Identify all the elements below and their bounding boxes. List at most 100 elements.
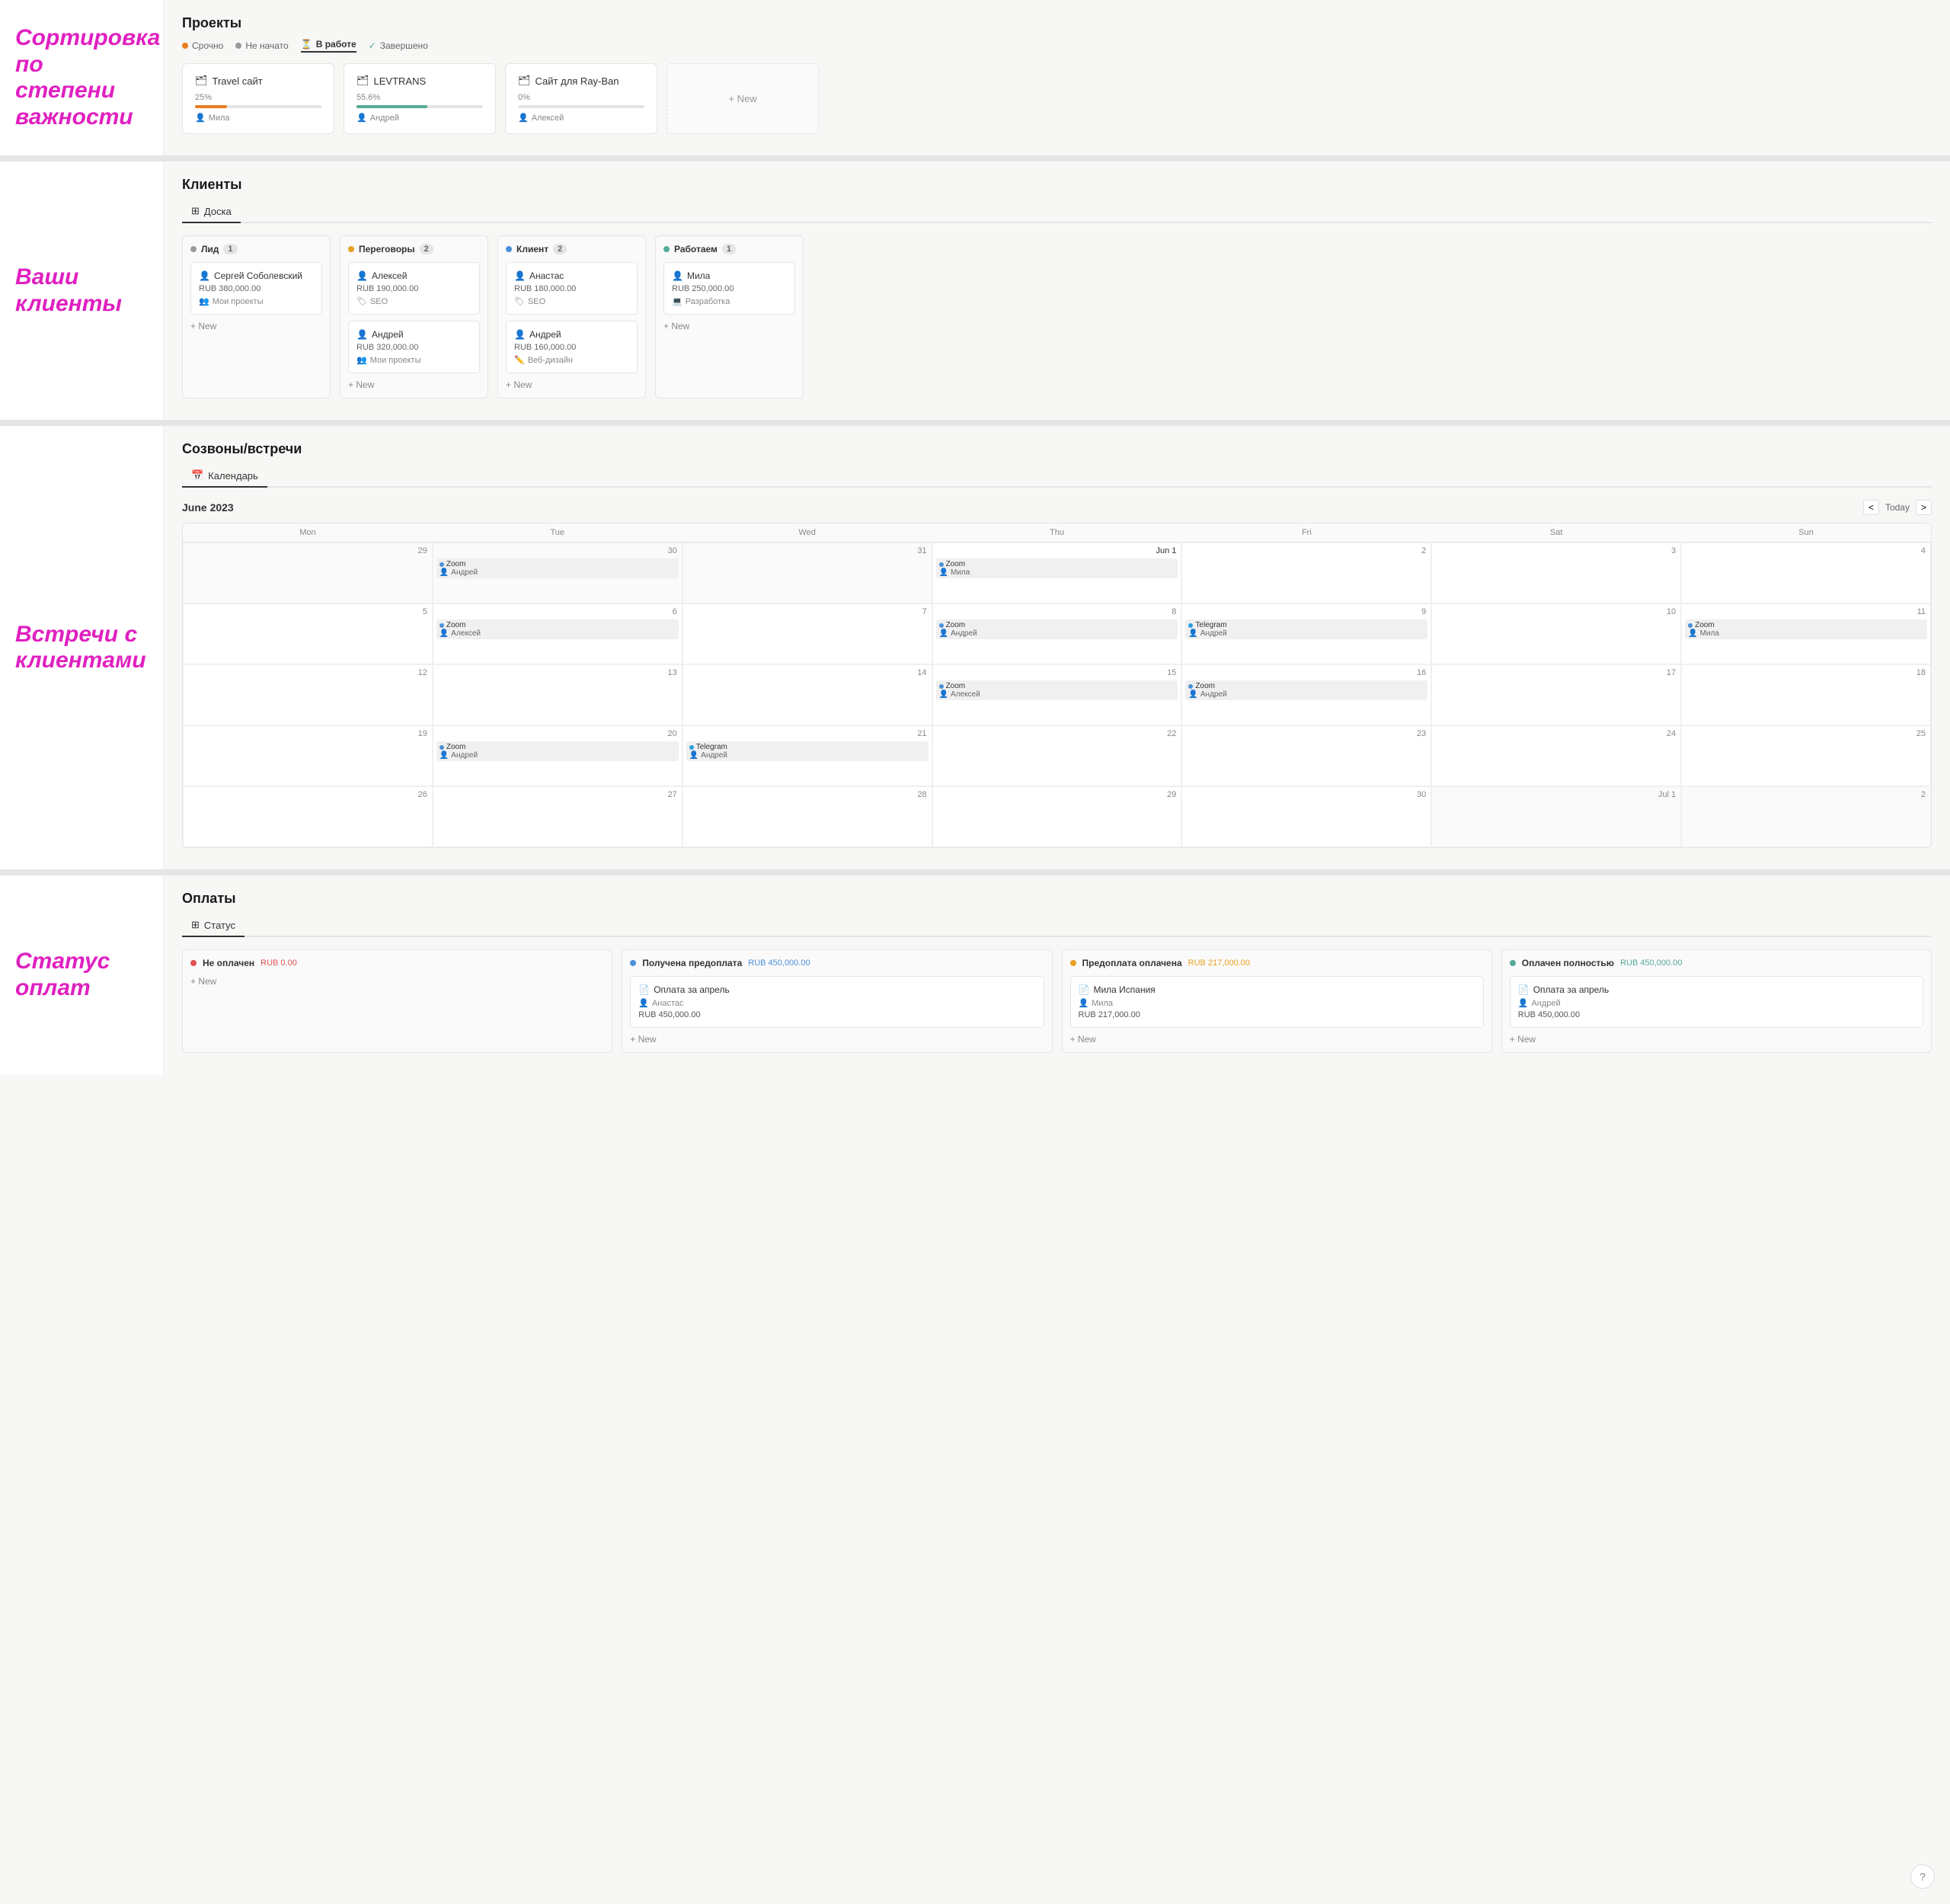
pay-col-prepay-paid: Предоплата оплачена RUB 217,000.00 📄 Мил… <box>1062 949 1492 1053</box>
cal-cell-jul2[interactable]: 2 <box>1681 786 1931 847</box>
kanban-card-andrey-neg[interactable]: 👤 Андрей RUB 320,000.00 👥 Мои проекты <box>348 321 480 373</box>
cal-event-zoom-30[interactable]: Zoom 👤Андрей <box>436 558 679 578</box>
tab-status[interactable]: ⊞ Статус <box>182 914 245 937</box>
project-person-travel: 👤 Мила <box>195 113 321 123</box>
pay-col-unpaid: Не оплачен RUB 0.00 + New <box>182 949 612 1053</box>
working-new[interactable]: + New <box>663 321 795 331</box>
cal-cell-2[interactable]: 2 <box>1181 542 1431 603</box>
cal-cell-4[interactable]: 4 <box>1681 542 1931 603</box>
lid-new[interactable]: + New <box>190 321 322 331</box>
cal-event-zoom-15[interactable]: Zoom 👤Алексей <box>936 680 1178 700</box>
cal-cell-15[interactable]: 15 Zoom 👤Алексей <box>932 664 1182 725</box>
cal-cell-11[interactable]: 11 Zoom 👤Мила <box>1681 603 1931 664</box>
client-new[interactable]: + New <box>506 379 638 390</box>
cal-cell-24[interactable]: 24 <box>1431 725 1681 786</box>
cal-cell-6[interactable]: 6 Zoom 👤Алексей <box>433 603 682 664</box>
cal-cell-9[interactable]: 9 Telegram 👤Андрей <box>1181 603 1431 664</box>
calendar-icon: 📅 <box>191 469 203 482</box>
clients-main: Клиенты ⊞ Доска Лид 1 👤 <box>164 162 1950 420</box>
cal-cell-12[interactable]: 12 <box>183 664 433 725</box>
filter-not-started[interactable]: Не начато <box>235 39 288 53</box>
cal-event-zoom-6[interactable]: Zoom 👤Алексей <box>436 619 679 639</box>
kanban-card-anastas[interactable]: 👤 Анастас RUB 180,000.00 🏷 SEO <box>506 262 638 315</box>
cal-cell-23[interactable]: 23 <box>1181 725 1431 786</box>
kanban-card-mila[interactable]: 👤 Мила RUB 250,000.00 💻 Разработка <box>663 262 795 315</box>
cal-cell-29-jun[interactable]: 29 <box>932 786 1182 847</box>
cal-event-tg-21[interactable]: Telegram 👤Андрей <box>686 741 929 761</box>
cal-cell-18[interactable]: 18 <box>1681 664 1931 725</box>
project-new-button[interactable]: + New <box>667 63 819 134</box>
project-card-levtrans[interactable]: 🗂 LEVTRANS 55.6% 👤 Андрей <box>344 63 496 134</box>
unpaid-new[interactable]: + New <box>190 976 604 987</box>
cal-cell-27[interactable]: 27 <box>433 786 682 847</box>
fully-paid-new[interactable]: + New <box>1510 1034 1923 1045</box>
cal-event-tg-9[interactable]: Telegram 👤Андрей <box>1185 619 1427 639</box>
client-count: 2 <box>553 244 567 254</box>
cal-cell-16[interactable]: 16 Zoom 👤Андрей <box>1181 664 1431 725</box>
project-card-rayban[interactable]: 🗂 Сайт для Ray-Ban 0% 👤 Алексей <box>505 63 657 134</box>
neg-new[interactable]: + New <box>348 379 480 390</box>
cal-cell-29-may[interactable]: 29 <box>183 542 433 603</box>
cal-event-zoom-8[interactable]: Zoom 👤Андрей <box>936 619 1178 639</box>
cal-event-zoom-jun1[interactable]: Zoom 👤Мила <box>936 558 1178 578</box>
mila-spain-amount: RUB 217,000.00 <box>1079 1010 1475 1019</box>
zoom-person-8: 👤Андрей <box>939 629 1175 638</box>
tab-calendar[interactable]: 📅 Календарь <box>182 465 267 488</box>
cal-event-zoom-16[interactable]: Zoom 👤Андрей <box>1185 680 1427 700</box>
cal-event-zoom-20[interactable]: Zoom 👤Андрей <box>436 741 679 761</box>
cal-cell-20[interactable]: 20 Zoom 👤Андрей <box>433 725 682 786</box>
help-button[interactable]: ? <box>1910 1864 1935 1889</box>
filter-done[interactable]: ✓ Завершено <box>369 39 428 53</box>
payments-tabs: ⊞ Статус <box>182 914 1932 937</box>
cal-cell-22[interactable]: 22 <box>932 725 1182 786</box>
cal-cell-7[interactable]: 7 <box>682 603 932 664</box>
kanban-header-neg: Переговоры 2 <box>348 244 480 254</box>
cal-cell-28[interactable]: 28 <box>682 786 932 847</box>
cal-cell-jul1[interactable]: Jul 1 <box>1431 786 1681 847</box>
kanban-col-working: Работаем 1 👤 Мила RUB 250,000.00 💻 Разра… <box>655 235 804 398</box>
cal-cell-25[interactable]: 25 <box>1681 725 1931 786</box>
unpaid-dot <box>190 960 197 966</box>
cal-next-button[interactable]: > <box>1916 500 1932 515</box>
person-icon-16: 👤 <box>1188 690 1197 699</box>
new-project-label: + New <box>728 93 756 104</box>
cal-event-zoom-11[interactable]: Zoom 👤Мила <box>1685 619 1927 639</box>
project-card-travel[interactable]: 🗂 Travel сайт 25% 👤 Мила <box>182 63 334 134</box>
cal-cell-8[interactable]: 8 Zoom 👤Андрей <box>932 603 1182 664</box>
prepay-paid-new[interactable]: + New <box>1070 1034 1484 1045</box>
andrey-neg-name: 👤 Андрей <box>356 329 472 340</box>
kanban-card-andrey-client[interactable]: 👤 Андрей RUB 160,000.00 ✏️ Веб-дизайн <box>506 321 638 373</box>
cal-date-28: 28 <box>686 790 929 799</box>
cal-cell-30-may[interactable]: 30 Zoom 👤Андрей <box>433 542 682 603</box>
filter-urgent[interactable]: Срочно <box>182 39 223 53</box>
tab-board[interactable]: ⊞ Доска <box>182 200 241 223</box>
pay-card-april-prepaid[interactable]: 📄 Оплата за апрель 👤 Анастас RUB 450,000… <box>630 976 1044 1028</box>
meetings-section: Встречи с клиентами Созвоны/встречи 📅 Ка… <box>0 426 1950 869</box>
kanban-card-sergei[interactable]: 👤 Сергей Соболевский RUB 380,000.00 👥 Мо… <box>190 262 322 315</box>
cal-date-29may: 29 <box>187 546 429 555</box>
cal-prev-button[interactable]: < <box>1863 500 1879 515</box>
cal-cell-5[interactable]: 5 <box>183 603 433 664</box>
cal-cell-21[interactable]: 21 Telegram 👤Андрей <box>682 725 932 786</box>
prepaid-dot <box>630 960 636 966</box>
project-title-levtrans: 🗂 LEVTRANS <box>356 75 483 87</box>
cal-cell-26[interactable]: 26 <box>183 786 433 847</box>
cal-cell-14[interactable]: 14 <box>682 664 932 725</box>
cal-cell-19[interactable]: 19 <box>183 725 433 786</box>
cal-cell-10[interactable]: 10 <box>1431 603 1681 664</box>
person-icon-20: 👤 <box>440 751 449 760</box>
projects-sidebar: Сортировка по степени важности <box>0 0 164 155</box>
today-button[interactable]: Today <box>1885 502 1910 513</box>
pay-card-april-full[interactable]: 📄 Оплата за апрель 👤 Андрей RUB 450,000.… <box>1510 976 1923 1028</box>
cal-cell-jun1[interactable]: Jun 1 Zoom 👤Мила <box>932 542 1182 603</box>
filter-in-progress[interactable]: ⏳ В работе <box>301 39 356 53</box>
cal-cell-31-may[interactable]: 31 <box>682 542 932 603</box>
cal-cell-13[interactable]: 13 <box>433 664 682 725</box>
cal-cell-3[interactable]: 3 <box>1431 542 1681 603</box>
kanban-card-alexey-neg[interactable]: 👤 Алексей RUB 190,000.00 🏷 SEO <box>348 262 480 315</box>
pay-card-mila-spain[interactable]: 📄 Мила Испания 👤 Мила RUB 217,000.00 <box>1070 976 1484 1028</box>
cal-cell-30-jun[interactable]: 30 <box>1181 786 1431 847</box>
prepaid-new[interactable]: + New <box>630 1034 1044 1045</box>
anastas-name: 👤 Анастас <box>514 270 629 281</box>
cal-cell-17[interactable]: 17 <box>1431 664 1681 725</box>
